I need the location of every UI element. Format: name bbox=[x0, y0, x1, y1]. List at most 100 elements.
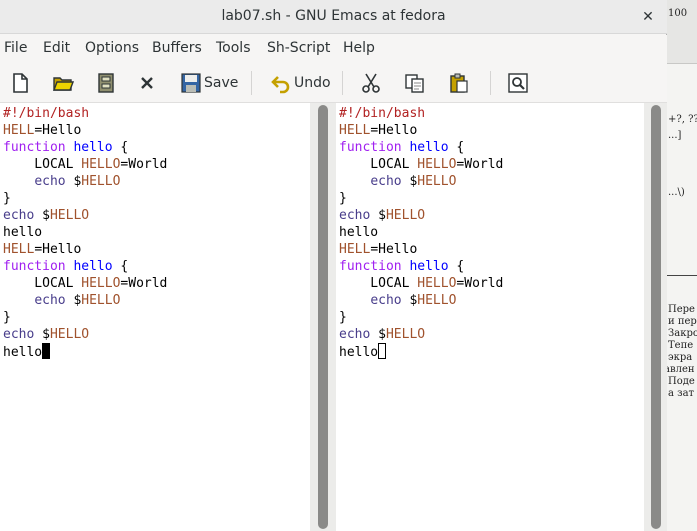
close-icon: ✕ bbox=[642, 9, 654, 25]
menu-bar: File Edit Options Buffers Tools Sh-Scrip… bbox=[0, 35, 667, 63]
code-line: echo $HELLO bbox=[339, 173, 456, 190]
scrollbar-left-thumb[interactable] bbox=[318, 105, 328, 529]
code-line: echo $HELLO bbox=[3, 173, 120, 190]
cut-button[interactable] bbox=[360, 69, 382, 97]
code-token: } bbox=[339, 310, 347, 325]
code-line: echo $HELLO bbox=[339, 326, 425, 343]
window-title: lab07.sh - GNU Emacs at fedora bbox=[221, 8, 446, 24]
toolbar-separator bbox=[490, 71, 491, 95]
code-token: { bbox=[448, 140, 465, 155]
background-window-text: а зат bbox=[668, 388, 695, 399]
emacs-window: lab07.sh - GNU Emacs at fedora ✕ File Ed… bbox=[0, 0, 667, 531]
code-token: echo bbox=[339, 208, 371, 223]
code-token: =Hello bbox=[34, 123, 82, 138]
code-token: HELLO bbox=[417, 293, 457, 308]
code-token: hello bbox=[3, 345, 43, 360]
file-cabinet-icon bbox=[98, 73, 114, 93]
background-window-text: Поде bbox=[668, 376, 695, 387]
code-line: function hello { bbox=[339, 258, 464, 275]
code-line: function hello { bbox=[3, 139, 128, 156]
code-token: { bbox=[112, 259, 129, 274]
close-buffer-button[interactable] bbox=[136, 69, 158, 97]
copy-icon bbox=[405, 74, 424, 93]
open-directory-button[interactable] bbox=[95, 69, 117, 97]
code-line: echo $HELLO bbox=[339, 207, 425, 224]
code-token: echo bbox=[370, 293, 402, 308]
scissors-icon bbox=[362, 73, 380, 93]
code-line: function hello { bbox=[3, 258, 128, 275]
background-window-text: авлен bbox=[664, 364, 695, 375]
menu-edit[interactable]: Edit bbox=[43, 40, 70, 56]
floppy-disk-icon bbox=[181, 73, 201, 93]
menu-tools[interactable]: Tools bbox=[216, 40, 251, 56]
code-token: hello bbox=[73, 140, 113, 155]
code-line: } bbox=[339, 309, 347, 326]
toolbar-separator bbox=[342, 71, 343, 95]
code-token: HELLO bbox=[385, 208, 426, 223]
background-window-text: ...] bbox=[668, 130, 682, 141]
code-token: { bbox=[112, 140, 129, 155]
code-token: HELLO bbox=[49, 208, 90, 223]
code-token: LOCAL bbox=[3, 157, 82, 172]
code-token: } bbox=[3, 191, 11, 206]
menu-file[interactable]: File bbox=[4, 40, 27, 56]
code-token: HELLO bbox=[81, 293, 121, 308]
code-line: #!/bin/bash bbox=[339, 105, 425, 122]
menu-sh-script[interactable]: Sh-Script bbox=[267, 40, 330, 56]
code-token: $ bbox=[65, 293, 82, 308]
code-token: hello bbox=[409, 140, 449, 155]
code-token: HELLO bbox=[417, 174, 457, 189]
tool-bar: Save Undo bbox=[0, 63, 667, 103]
new-file-button[interactable] bbox=[9, 69, 31, 97]
code-line: echo $HELLO bbox=[3, 292, 120, 309]
code-token: LOCAL bbox=[339, 276, 418, 291]
background-window-text: Тепе bbox=[668, 340, 694, 351]
code-line: } bbox=[3, 309, 11, 326]
code-token: hello bbox=[73, 259, 113, 274]
open-file-button[interactable] bbox=[52, 69, 74, 97]
code-token: =World bbox=[456, 276, 504, 291]
code-token: HELLO bbox=[81, 174, 121, 189]
code-token: hello bbox=[339, 225, 379, 240]
menu-help[interactable]: Help bbox=[343, 40, 375, 56]
code-line: function hello { bbox=[339, 139, 464, 156]
editor-pane-left[interactable]: #!/bin/bash HELL=Hello function hello { LO… bbox=[0, 103, 310, 531]
menu-buffers[interactable]: Buffers bbox=[152, 40, 202, 56]
code-token: echo bbox=[3, 327, 35, 342]
open-folder-icon bbox=[52, 77, 74, 91]
code-token: $ bbox=[65, 174, 82, 189]
close-button[interactable]: ✕ bbox=[637, 6, 659, 28]
background-window-text: +?, ?? bbox=[668, 114, 697, 125]
search-button[interactable] bbox=[507, 69, 529, 97]
search-icon bbox=[508, 73, 528, 93]
code-line: } bbox=[3, 190, 11, 207]
scrollbar-left[interactable] bbox=[310, 103, 336, 531]
code-token: echo bbox=[34, 293, 66, 308]
scrollbar-right-thumb[interactable] bbox=[651, 105, 661, 529]
menu-options[interactable]: Options bbox=[85, 40, 139, 56]
code-line: echo $HELLO bbox=[339, 292, 456, 309]
background-window-text: Пере bbox=[668, 304, 695, 315]
background-window[interactable]: 100 +?, ?? ...] ...\) Пере и пер Закро Т… bbox=[664, 0, 697, 531]
code-line: echo $HELLO bbox=[3, 207, 89, 224]
code-token: } bbox=[3, 310, 11, 325]
editor-pane-right[interactable]: #!/bin/bash HELL=Hello function hello { LO… bbox=[336, 103, 644, 531]
save-button[interactable]: Save bbox=[180, 69, 238, 97]
scrollbar-right[interactable] bbox=[644, 103, 667, 531]
undo-button[interactable]: Undo bbox=[270, 69, 331, 97]
code-line: LOCAL HELLO=World bbox=[3, 275, 167, 292]
text-cursor bbox=[42, 343, 51, 359]
code-line: hello bbox=[3, 343, 51, 360]
title-bar[interactable]: lab07.sh - GNU Emacs at fedora ✕ bbox=[0, 0, 667, 34]
code-token: HELL bbox=[339, 123, 371, 138]
paste-button[interactable] bbox=[448, 69, 470, 97]
copy-button[interactable] bbox=[404, 69, 426, 97]
code-token: $ bbox=[370, 327, 386, 342]
code-line: HELL=Hello bbox=[339, 241, 417, 258]
code-token: hello bbox=[339, 345, 379, 360]
code-token: HELLO bbox=[385, 327, 426, 342]
